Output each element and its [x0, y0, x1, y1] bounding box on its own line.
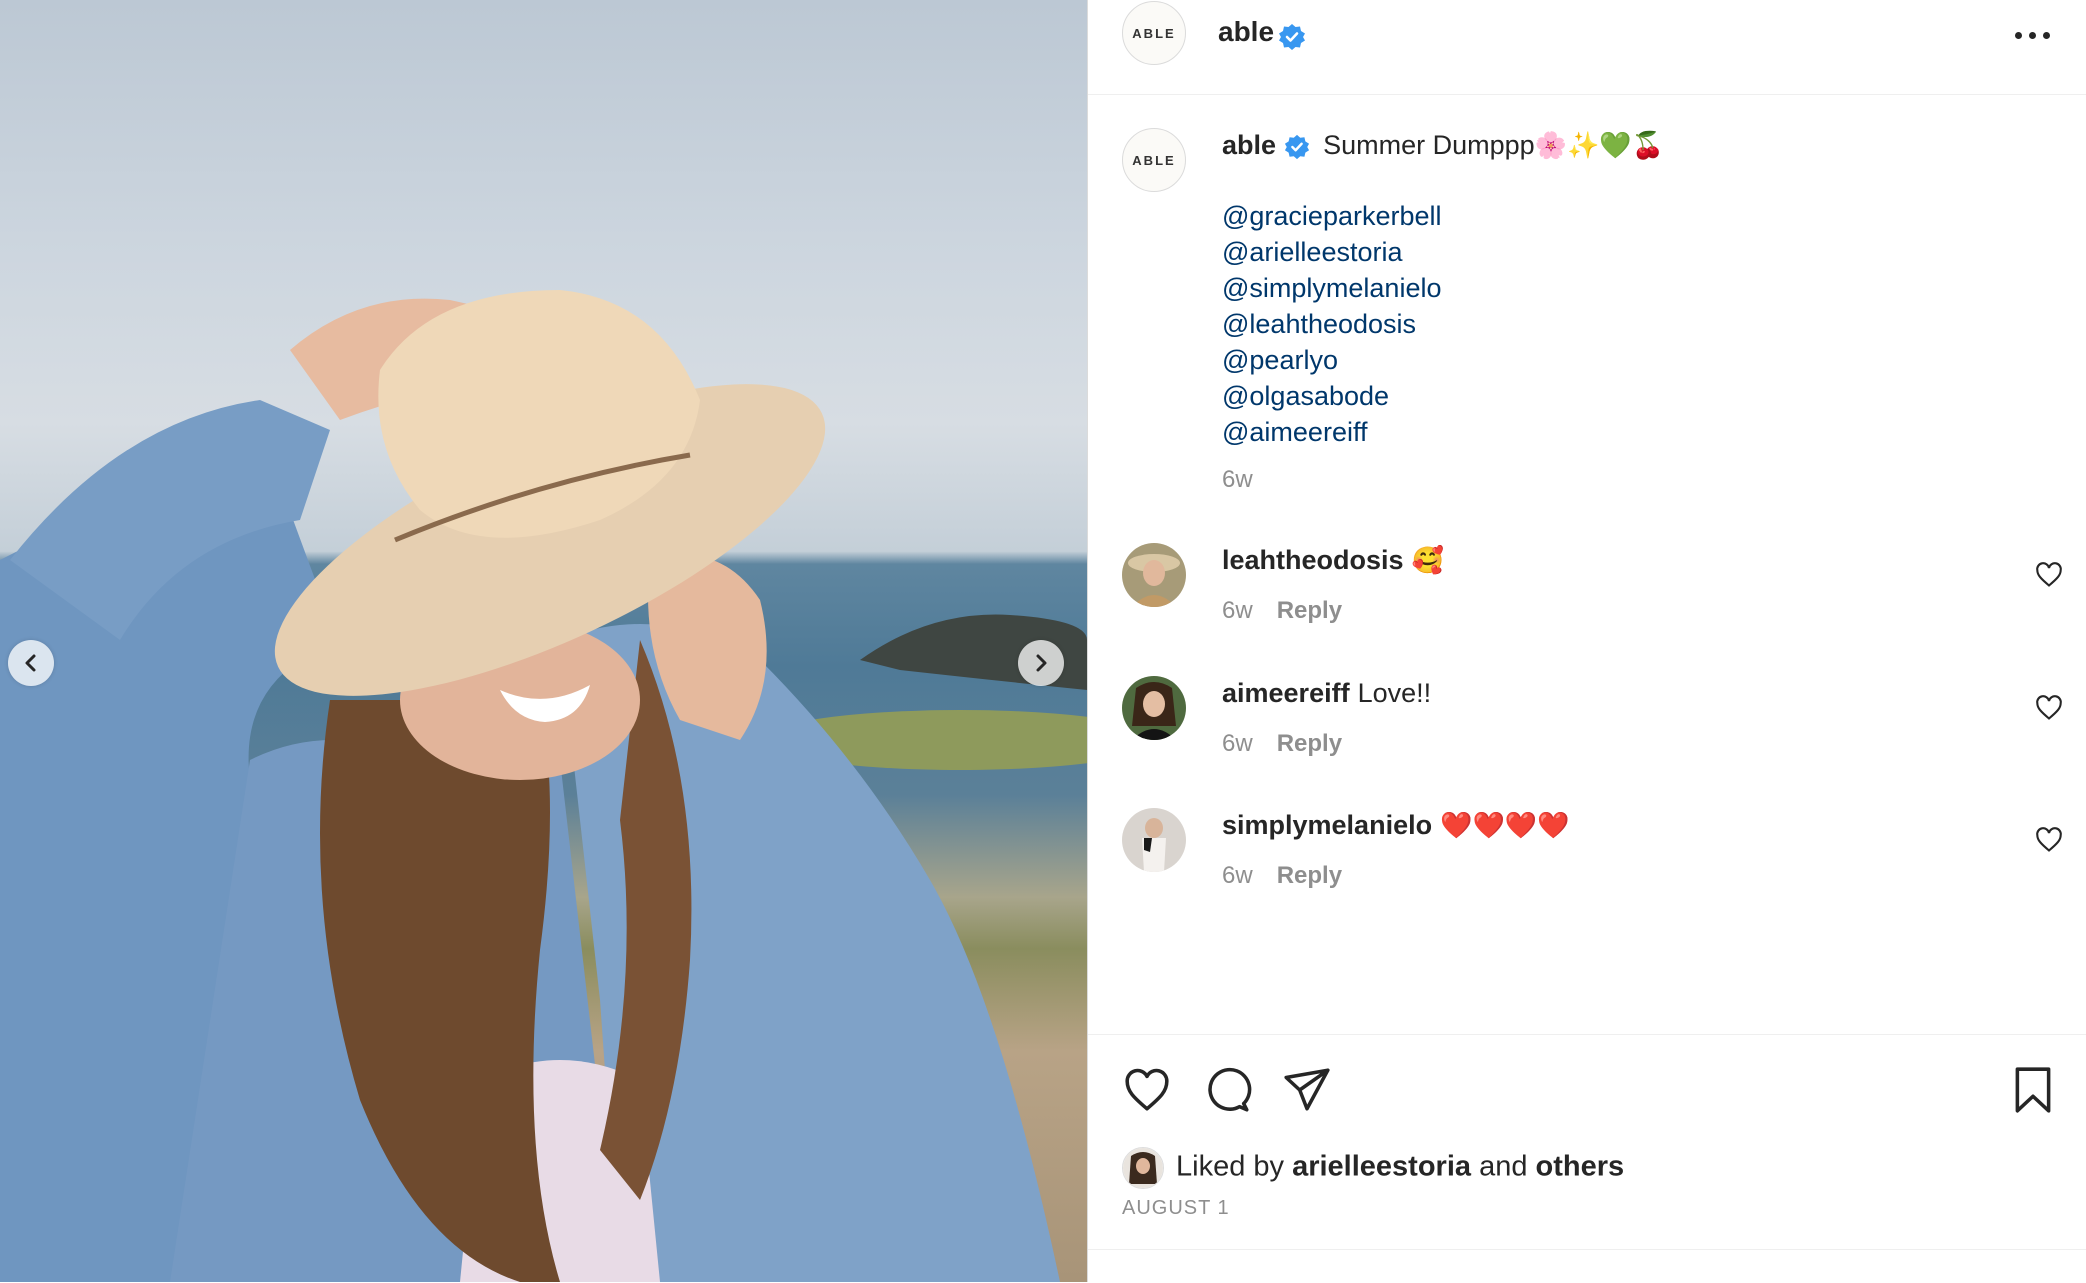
caption-author-avatar[interactable]: ABLE: [1122, 128, 1186, 192]
chevron-left-icon: [25, 654, 36, 672]
caption-text: Summer Dumppp: [1323, 130, 1535, 160]
more-options-icon: [2015, 32, 2022, 39]
caption-avatar-text: ABLE: [1132, 152, 1176, 168]
mention-link[interactable]: @leahtheodosis: [1222, 306, 1442, 342]
mention-link[interactable]: @olgasabode: [1222, 378, 1442, 414]
avatar-image: [1122, 676, 1186, 740]
comment-item: simplymelanielo ❤️❤️❤️❤️ 6w Reply: [1088, 808, 2086, 918]
next-photo-button[interactable]: [1018, 640, 1064, 686]
author-username[interactable]: able: [1218, 16, 1274, 47]
reply-button[interactable]: Reply: [1277, 730, 1342, 757]
comment-text: Love!!: [1357, 678, 1432, 708]
comment-username[interactable]: simplymelanielo: [1222, 810, 1432, 840]
commenter-avatar[interactable]: [1122, 676, 1186, 740]
comment-username[interactable]: aimeereiff: [1222, 678, 1350, 708]
comment-text: 🥰: [1411, 546, 1444, 576]
avatar-image: [1122, 543, 1186, 607]
comment-line: leahtheodosis 🥰: [1222, 545, 1444, 576]
caption-author-username[interactable]: able: [1222, 130, 1276, 160]
heart-icon[interactable]: [2035, 694, 2063, 722]
comment-text: ❤️❤️❤️❤️: [1440, 811, 1570, 841]
more-options-dot: [2029, 32, 2036, 39]
mention-link[interactable]: @gracieparkerbell: [1222, 198, 1442, 234]
more-options-dot: [2043, 32, 2050, 39]
post-date[interactable]: AUGUST 1: [1122, 1197, 1230, 1220]
photo-illustration: [0, 290, 1087, 1282]
post-detail-panel: ABLE able ABLE able Summer Dumppp🌸✨💚🍒 @g…: [1087, 0, 2086, 1282]
share-button[interactable]: [1282, 1065, 1332, 1115]
comment-item: aimeereiff Love!! 6w Reply: [1088, 676, 2086, 786]
caption-timestamp[interactable]: 6w: [1222, 466, 1253, 494]
caption-line: able Summer Dumppp🌸✨💚🍒: [1222, 130, 1664, 161]
likes-summary: Liked by arielleestoria and others: [1122, 1147, 1624, 1189]
chevron-right-icon: [1036, 654, 1047, 672]
comment-timestamp[interactable]: 6w: [1222, 730, 1253, 757]
commenter-avatar[interactable]: [1122, 543, 1186, 607]
commenter-avatar[interactable]: [1122, 808, 1186, 872]
likes-prefix: Liked by: [1176, 1150, 1285, 1183]
comment-meta: 6w Reply: [1222, 862, 1342, 890]
heart-icon[interactable]: [2035, 826, 2063, 854]
verified-badge-icon: [1284, 134, 1309, 159]
comment-timestamp[interactable]: 6w: [1222, 862, 1253, 889]
likes-joiner: and: [1479, 1150, 1528, 1183]
comment-username[interactable]: leahtheodosis: [1222, 545, 1404, 575]
comment-line: aimeereiff Love!!: [1222, 678, 1431, 709]
mention-link[interactable]: @pearlyo: [1222, 342, 1442, 378]
like-button[interactable]: [1122, 1065, 1172, 1115]
more-options-button[interactable]: [2013, 20, 2053, 50]
mention-link[interactable]: @aimeereiff: [1222, 414, 1442, 450]
reply-button[interactable]: Reply: [1277, 597, 1342, 624]
reply-button[interactable]: Reply: [1277, 862, 1342, 889]
author-avatar[interactable]: ABLE: [1122, 1, 1186, 65]
post-actions-area: Liked by arielleestoria and others AUGUS…: [1088, 1034, 2086, 1283]
author-avatar-text: ABLE: [1132, 25, 1176, 41]
comment-meta: 6w Reply: [1222, 597, 1342, 625]
caption-mentions: @gracieparkerbell @arielleestoria @simpl…: [1222, 198, 1442, 450]
comment-line: simplymelanielo ❤️❤️❤️❤️: [1222, 810, 1570, 841]
liker-username[interactable]: arielleestoria: [1292, 1151, 1471, 1183]
verified-badge-icon: [1279, 23, 1306, 50]
avatar-image: [1123, 1148, 1163, 1188]
avatar-image: [1122, 808, 1186, 872]
save-button[interactable]: [2008, 1065, 2058, 1115]
likes-others-link[interactable]: others: [1536, 1151, 1625, 1183]
comment-button[interactable]: [1202, 1065, 1252, 1115]
caption-emoji: 🌸✨💚🍒: [1534, 131, 1665, 161]
heart-icon[interactable]: [2035, 561, 2063, 589]
comment-item: leahtheodosis 🥰 6w Reply: [1088, 543, 2086, 653]
post-header: ABLE able: [1088, 0, 2086, 95]
comment-input-divider: [1088, 1249, 2086, 1250]
mention-link[interactable]: @arielleestoria: [1222, 234, 1442, 270]
comment-meta: 6w Reply: [1222, 730, 1342, 758]
author-name-row: able: [1218, 16, 1306, 51]
comment-timestamp[interactable]: 6w: [1222, 597, 1253, 624]
liker-avatar[interactable]: [1122, 1147, 1164, 1189]
previous-photo-button[interactable]: [8, 640, 54, 686]
post-photo: [0, 0, 1087, 1282]
mention-link[interactable]: @simplymelanielo: [1222, 270, 1442, 306]
